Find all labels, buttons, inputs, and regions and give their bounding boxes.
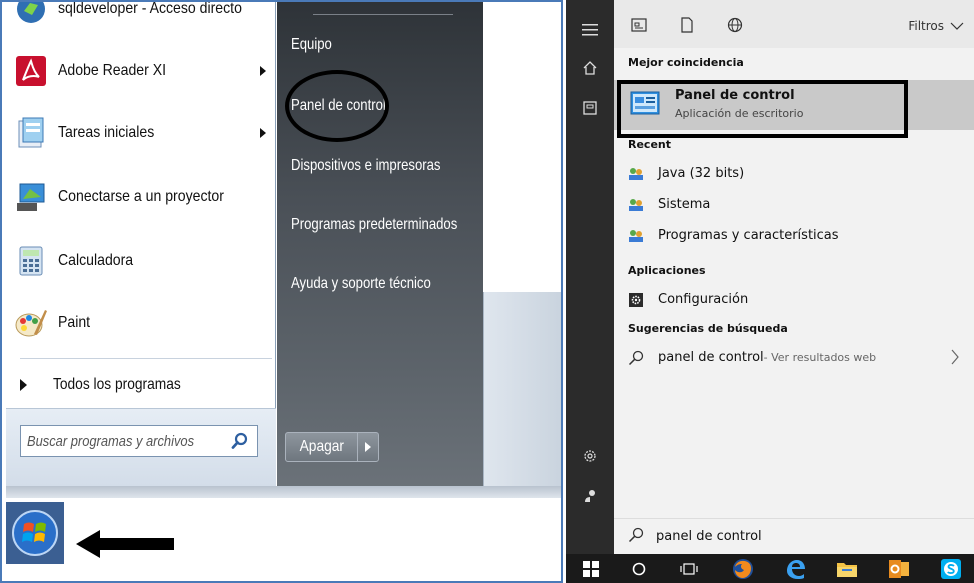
recent-item-label: Programas y características <box>658 228 839 243</box>
recent-item-label: Java (32 bits) <box>658 166 745 181</box>
paint-icon <box>14 306 48 340</box>
skype-icon[interactable] <box>940 558 962 580</box>
taskbar-strip <box>6 486 561 498</box>
shutdown-button[interactable]: Apagar <box>285 432 379 462</box>
highlight-box-annotation <box>617 80 908 138</box>
search-input[interactable]: Buscar programas y archivos <box>20 425 258 457</box>
chevron-right-icon[interactable] <box>950 349 960 369</box>
apps-header: Aplicaciones <box>628 264 706 277</box>
desktop-background-fragment <box>483 292 561 498</box>
recent-item-programas[interactable]: Programas y características <box>614 220 974 251</box>
best-match-header: Mejor coincidencia <box>628 56 744 69</box>
program-item-projector[interactable]: Conectarse a un proyector <box>10 168 272 226</box>
suggestion-query: panel de control <box>658 350 764 365</box>
notebook-icon[interactable] <box>566 92 614 124</box>
program-label: sqldeveloper - Acceso directo <box>58 0 242 17</box>
outlook-icon[interactable] <box>888 558 910 580</box>
projector-icon <box>14 180 48 214</box>
shutdown-options-arrow-icon[interactable] <box>358 433 378 461</box>
program-label: Calculadora <box>58 252 134 269</box>
suggestion-item[interactable]: panel de control - Ver resultados web <box>614 342 974 373</box>
app-item-label: Configuración <box>658 292 749 307</box>
search-icon <box>231 432 249 454</box>
pointer-arrow-annotation <box>76 530 174 558</box>
win10-taskbar <box>566 554 974 583</box>
filters-dropdown[interactable]: Filtros <box>908 19 964 33</box>
program-label: Conectarse a un proyector <box>58 188 224 205</box>
recent-item-java[interactable]: Java (32 bits) <box>614 158 974 189</box>
shutdown-label: Apagar <box>286 433 358 461</box>
submenu-arrow-icon <box>260 128 266 138</box>
program-label: Paint <box>58 314 91 331</box>
settings-gear-icon[interactable] <box>566 440 614 472</box>
search-input[interactable]: panel de control <box>614 518 974 554</box>
web-filter-icon[interactable] <box>724 14 746 36</box>
chevron-down-icon <box>950 22 964 30</box>
cortana-icon[interactable] <box>628 558 650 580</box>
documents-filter-icon[interactable] <box>676 14 698 36</box>
link-programas-predeterminados[interactable]: Programas predeterminados <box>291 216 457 234</box>
suggestions-header: Sugerencias de búsqueda <box>628 322 788 335</box>
feedback-icon[interactable] <box>566 480 614 512</box>
programs-separator <box>20 358 272 359</box>
right-pane-top-divider <box>313 14 453 15</box>
sqldeveloper-icon <box>14 2 48 26</box>
start-orb-button[interactable] <box>6 502 64 564</box>
edge-icon[interactable] <box>784 558 806 580</box>
recent-item-label: Sistema <box>658 197 711 212</box>
link-ayuda-y-soporte[interactable]: Ayuda y soporte técnico <box>291 275 431 293</box>
search-bar-area: Buscar programas y archivos <box>6 408 276 486</box>
program-label: Adobe Reader XI <box>58 62 167 79</box>
submenu-arrow-icon <box>260 66 266 76</box>
task-view-icon[interactable] <box>678 558 700 580</box>
hamburger-menu-icon[interactable] <box>566 14 614 46</box>
recent-item-sistema[interactable]: Sistema <box>614 189 974 220</box>
control-panel-applet-icon <box>628 197 644 213</box>
filters-label: Filtros <box>908 19 944 33</box>
search-icon <box>628 527 644 547</box>
suggestion-suffix: - Ver resultados web <box>763 351 877 364</box>
control-panel-applet-icon <box>628 228 644 244</box>
apps-filter-icon[interactable] <box>628 14 650 36</box>
file-explorer-icon[interactable] <box>836 558 858 580</box>
program-item-tareas-iniciales[interactable]: Tareas iniciales <box>10 104 272 162</box>
program-label: Tareas iniciales <box>58 124 155 141</box>
windows-start-icon[interactable] <box>580 558 602 580</box>
search-input-value: panel de control <box>656 529 762 544</box>
app-item-configuracion[interactable]: Configuración <box>614 284 974 315</box>
all-programs-item[interactable]: Todos los programas <box>14 368 202 402</box>
search-placeholder: Buscar programas y archivos <box>27 432 195 450</box>
control-panel-applet-icon <box>628 166 644 182</box>
program-item-paint[interactable]: Paint <box>10 294 272 352</box>
highlight-circle-annotation <box>285 70 389 142</box>
program-item-sqldeveloper[interactable]: sqldeveloper - Acceso directo <box>10 0 272 38</box>
search-icon <box>628 350 644 366</box>
program-item-adobe-reader[interactable]: Adobe Reader XI <box>10 42 272 100</box>
calculator-icon <box>14 244 48 278</box>
adobe-reader-icon <box>14 54 48 88</box>
home-icon[interactable] <box>566 52 614 84</box>
settings-app-icon <box>628 292 644 308</box>
recent-header: Recent <box>628 138 672 151</box>
link-equipo[interactable]: Equipo <box>291 36 332 54</box>
all-programs-label: Todos los programas <box>53 376 181 393</box>
search-results-panel: Filtros Mejor coincidencia Panel de cont… <box>614 0 974 554</box>
firefox-icon[interactable] <box>732 558 754 580</box>
tareas-iniciales-icon <box>14 116 48 150</box>
triangle-right-icon <box>20 379 27 391</box>
win7-start-menu-screenshot: sqldeveloper - Acceso directo Adobe Read… <box>0 0 563 583</box>
win10-search-screenshot: Filtros Mejor coincidencia Panel de cont… <box>566 0 974 583</box>
link-dispositivos-e-impresoras[interactable]: Dispositivos e impresoras <box>291 157 440 175</box>
program-item-calculator[interactable]: Calculadora <box>10 232 272 290</box>
start-rail <box>566 0 614 554</box>
windows-logo-icon <box>12 510 58 556</box>
search-filter-bar: Filtros <box>614 0 974 48</box>
